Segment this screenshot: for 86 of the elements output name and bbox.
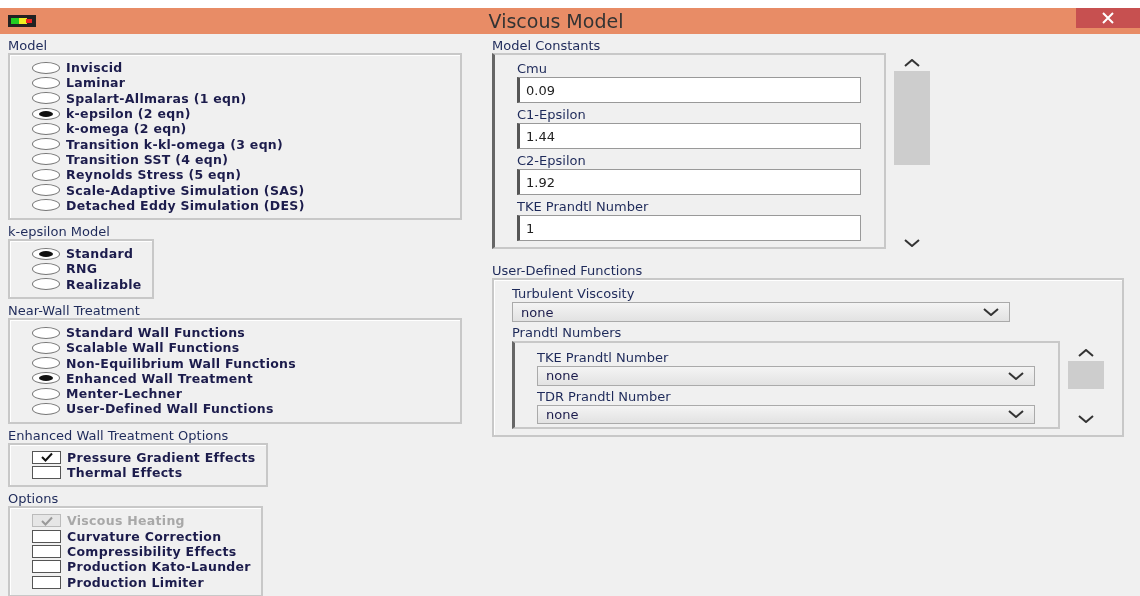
field-label: Cmu	[517, 61, 548, 77]
option-label: Menter-Lechner	[66, 386, 183, 402]
option-label: Reynolds Stress (5 eqn)	[66, 167, 242, 183]
checkbox[interactable]	[32, 544, 61, 558]
field-label: TKE Prandtl Number	[517, 199, 650, 215]
option-label: User-Defined Wall Functions	[66, 401, 274, 417]
radio-button[interactable]	[32, 138, 60, 151]
option-label: Non-Equilibrium Wall Functions	[66, 355, 297, 371]
option-label: Production Limiter	[67, 574, 204, 590]
option-label: RNG	[66, 261, 98, 277]
radio-button[interactable]	[32, 92, 60, 105]
radio-button[interactable]	[32, 61, 60, 74]
option-label: Viscous Heating	[67, 513, 185, 529]
option-label: Pressure Gradient Effects	[67, 449, 256, 465]
checkbox[interactable]	[32, 529, 61, 543]
radio-button[interactable]	[32, 387, 60, 400]
option-label: Transition k-kl-omega (3 eqn)	[66, 136, 284, 152]
field-label: TDR Prandtl Number	[537, 388, 672, 405]
input-field[interactable]: 1.92	[517, 169, 861, 195]
option-label: Spalart-Allmaras (1 eqn)	[66, 90, 247, 106]
field-label: Prandtl Numbers	[512, 325, 623, 341]
field-label: C1-Epsilon	[517, 107, 587, 123]
option-label: Scale-Adaptive Simulation (SAS)	[66, 182, 305, 198]
checkbox[interactable]	[32, 560, 61, 574]
radio-button[interactable]	[32, 107, 60, 120]
radio-button[interactable]	[32, 199, 60, 212]
radio-button[interactable]	[32, 326, 60, 339]
group-title: Near-Wall Treatment	[8, 302, 141, 318]
chevron-down-icon[interactable]	[1008, 410, 1024, 419]
radio-button[interactable]	[32, 403, 60, 415]
radio-button[interactable]	[32, 341, 60, 354]
chevron-down-icon[interactable]	[1008, 371, 1024, 380]
radio-button[interactable]	[32, 247, 60, 260]
input-field[interactable]: 0.09	[517, 77, 861, 103]
option-label: Production Kato-Launder	[67, 559, 251, 575]
option-label: Detached Eddy Simulation (DES)	[66, 197, 305, 213]
option-label: k-epsilon (2 eqn)	[66, 106, 191, 122]
window-title: Viscous Model	[487, 10, 625, 32]
group-title: Options	[8, 491, 60, 507]
dropdown[interactable]: none	[512, 302, 1010, 322]
option-label: Realizable	[66, 276, 142, 292]
radio-button[interactable]	[32, 184, 60, 196]
option-label: Standard	[66, 246, 134, 262]
app-icon	[8, 15, 36, 27]
check-icon	[39, 452, 54, 463]
radio-button[interactable]	[32, 357, 60, 370]
check-icon	[39, 515, 54, 526]
close-icon	[1102, 12, 1114, 24]
checkbox[interactable]	[32, 575, 61, 589]
radio-button[interactable]	[32, 168, 60, 181]
group-title: Model Constants	[492, 38, 602, 53]
option-label: Curvature Correction	[67, 528, 222, 544]
radio-button[interactable]	[32, 76, 60, 89]
field-label: TKE Prandtl Number	[537, 350, 670, 366]
group-title: User-Defined Functions	[492, 263, 644, 278]
option-label: Scalable Wall Functions	[66, 340, 240, 356]
option-label: Standard Wall Functions	[66, 325, 246, 340]
field-label: C2-Epsilon	[517, 153, 587, 169]
option-label: k-omega (2 eqn)	[66, 121, 187, 137]
scroll-up-icon[interactable]	[904, 59, 920, 67]
radio-button[interactable]	[32, 262, 60, 275]
option-label: Transition SST (4 eqn)	[66, 151, 229, 167]
checkbox[interactable]	[32, 450, 61, 464]
chevron-down-icon[interactable]	[983, 308, 999, 316]
radio-button[interactable]	[32, 122, 60, 135]
field-label: Turbulent Viscosity	[512, 286, 636, 302]
option-label: Compressibility Effects	[67, 543, 237, 559]
input-field[interactable]: 1.44	[517, 123, 861, 149]
radio-button[interactable]	[32, 372, 60, 385]
dropdown[interactable]: none	[537, 404, 1035, 424]
option-label: Laminar	[66, 75, 126, 91]
radio-button[interactable]	[32, 153, 60, 166]
group-title: Enhanced Wall Treatment Options	[8, 427, 230, 443]
option-label: Inviscid	[66, 60, 123, 76]
dropdown[interactable]: none	[537, 366, 1035, 386]
option-label: Enhanced Wall Treatment	[66, 370, 254, 386]
group-title: Model	[8, 38, 49, 53]
input-field[interactable]: 1	[517, 215, 861, 241]
option-label: Thermal Effects	[67, 465, 183, 481]
scroll-down-icon[interactable]	[1078, 415, 1094, 423]
group-title: k-epsilon Model	[8, 223, 111, 239]
close-button[interactable]	[1076, 8, 1140, 28]
radio-button[interactable]	[32, 278, 60, 291]
checkbox[interactable]	[32, 466, 61, 480]
scroll-down-icon[interactable]	[904, 239, 920, 247]
scroll-up-icon[interactable]	[1078, 349, 1094, 357]
